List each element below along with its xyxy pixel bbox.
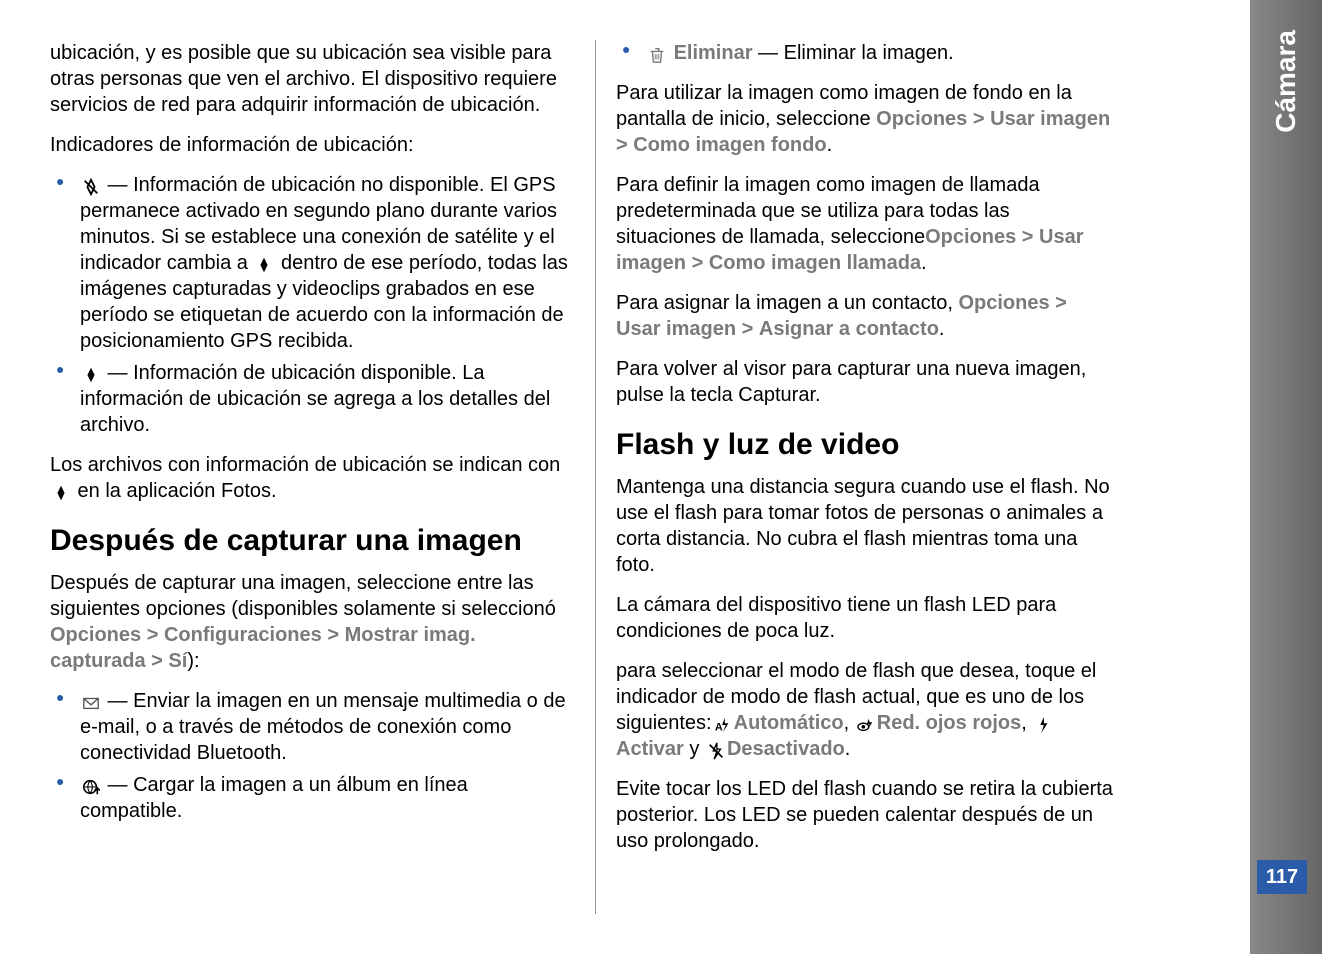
separator: > — [327, 624, 339, 646]
separator: > — [616, 134, 628, 156]
paragraph: Evite tocar los LED del flash cuando se … — [616, 776, 1115, 854]
paragraph: Los archivos con información de ubicació… — [50, 452, 575, 504]
flash-on-icon — [1034, 715, 1052, 733]
list-item: — Enviar la imagen en un mensaje multime… — [50, 688, 575, 766]
text: Para asignar la imagen a un contacto, — [616, 292, 958, 314]
heading-flash: Flash y luz de video — [616, 428, 1115, 462]
svg-text:A: A — [715, 721, 723, 733]
location-off-icon — [82, 177, 100, 195]
section-tab: Cámara — [1250, 0, 1322, 954]
separator: > — [973, 108, 985, 130]
text: — Cargar la imagen a un álbum en línea c… — [80, 774, 468, 822]
text: Después de capturar una imagen, seleccio… — [50, 572, 556, 620]
paragraph: Para definir la imagen como imagen de ll… — [616, 172, 1115, 276]
text: y — [684, 738, 705, 760]
menu-path: Opciones — [50, 624, 141, 646]
separator: > — [1055, 292, 1067, 314]
flash-mode: Desactivado — [727, 738, 845, 760]
paragraph: Mantenga una distancia segura cuando use… — [616, 474, 1115, 578]
page-content: ubicación, y es posible que su ubicación… — [0, 0, 1322, 954]
separator: > — [742, 318, 754, 340]
trash-icon — [648, 45, 666, 63]
paragraph: Indicadores de información de ubicación: — [50, 132, 575, 158]
flash-auto-icon: A — [714, 715, 732, 733]
menu-path: Asignar a contacto — [759, 318, 939, 340]
flash-mode: Automático — [734, 712, 844, 734]
location-on-icon — [255, 255, 273, 273]
location-on-icon — [82, 365, 100, 383]
paragraph: Para volver al visor para capturar una n… — [616, 356, 1115, 408]
flash-off-icon — [707, 741, 725, 759]
action-list-continued: Eliminar — Eliminar la imagen. — [616, 40, 1115, 66]
menu-path: Configuraciones — [164, 624, 322, 646]
globe-upload-icon — [82, 777, 100, 795]
flash-redeye-icon — [857, 715, 875, 733]
envelope-icon — [82, 693, 100, 711]
heading-after-capture: Después de capturar una imagen — [50, 524, 575, 558]
flash-mode: Red. ojos rojos — [877, 712, 1021, 734]
separator: > — [1022, 226, 1034, 248]
separator: > — [151, 650, 163, 672]
text: en la aplicación Fotos. — [72, 480, 277, 502]
paragraph: ubicación, y es posible que su ubicación… — [50, 40, 575, 118]
paragraph: Para utilizar la imagen como imagen de f… — [616, 80, 1115, 158]
right-column: Eliminar — Eliminar la imagen. Para util… — [595, 40, 1140, 914]
flash-mode: Activar — [616, 738, 684, 760]
paragraph: La cámara del dispositivo tiene un flash… — [616, 592, 1115, 644]
text: Los archivos con información de ubicació… — [50, 454, 560, 476]
menu-path: Opciones — [876, 108, 967, 130]
section-label: Cámara — [1270, 30, 1302, 133]
location-on-icon — [52, 483, 70, 501]
list-item: — Información de ubicación no disponible… — [50, 172, 575, 354]
paragraph: Después de capturar una imagen, seleccio… — [50, 570, 575, 674]
paragraph: Para asignar la imagen a un contacto, Op… — [616, 290, 1115, 342]
left-column: ubicación, y es posible que su ubicación… — [50, 40, 595, 914]
menu-path: Usar imagen — [990, 108, 1110, 130]
action-list: — Enviar la imagen en un mensaje multime… — [50, 688, 575, 824]
menu-path: Opciones — [958, 292, 1049, 314]
separator: > — [692, 252, 704, 274]
paragraph: para seleccionar el modo de flash que de… — [616, 658, 1115, 762]
list-item: — Cargar la imagen a un álbum en línea c… — [50, 772, 575, 824]
text: — Información de ubicación disponible. L… — [80, 362, 550, 436]
action-label: Eliminar — [674, 42, 753, 64]
menu-path: Usar imagen — [616, 318, 736, 340]
list-item: — Información de ubicación disponible. L… — [50, 360, 575, 438]
menu-path: Sí — [168, 650, 187, 672]
text: ): — [187, 650, 199, 672]
text: — Eliminar la imagen. — [752, 42, 953, 64]
list-item: Eliminar — Eliminar la imagen. — [616, 40, 1115, 66]
separator: > — [147, 624, 159, 646]
page-number: 117 — [1257, 860, 1307, 894]
indicator-list: — Información de ubicación no disponible… — [50, 172, 575, 438]
text: — Enviar la imagen en un mensaje multime… — [80, 690, 566, 764]
menu-path: Como imagen fondo — [633, 134, 826, 156]
menu-path: Como imagen llamada — [709, 252, 921, 274]
menu-path: Opciones — [925, 226, 1016, 248]
